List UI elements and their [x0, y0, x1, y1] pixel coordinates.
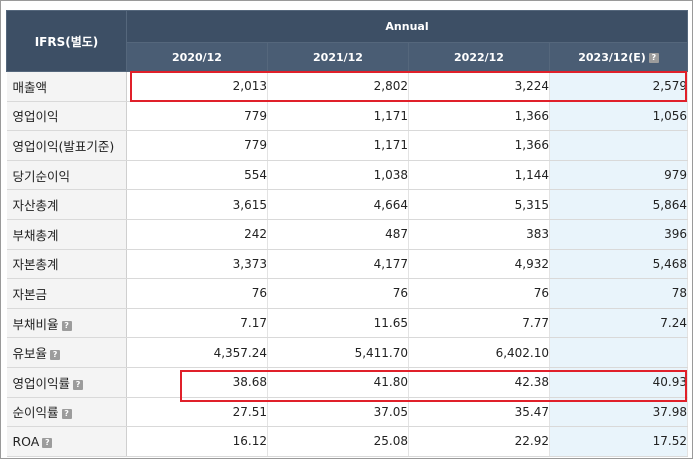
- row-label: 영업이익률: [12, 375, 71, 391]
- table-row: 순이익률? 27.51 37.05 35.47 37.98: [6, 397, 689, 428]
- table-cell: 779: [126, 130, 268, 161]
- table-cell: 35.47: [408, 397, 550, 428]
- table-cell: 4,664: [267, 189, 409, 220]
- table-cell: 1,171: [267, 130, 409, 161]
- row-label-with-help[interactable]: 부채비율?: [6, 308, 127, 339]
- table-cell: 1,366: [408, 130, 550, 161]
- table-cell: 3,615: [126, 189, 268, 220]
- table-cell: 5,411.70: [267, 337, 409, 368]
- table-cell: 3,224: [408, 71, 550, 102]
- table-cell: 2,013: [126, 71, 268, 102]
- table-cell: 2,802: [267, 71, 409, 102]
- table-row: 영업이익률? 38.68 41.80 42.38 40.93: [6, 367, 689, 398]
- table-row: 부채비율? 7.17 11.65 7.77 7.24: [6, 308, 689, 339]
- table-cell: 1,038: [267, 160, 409, 191]
- table-cell-estimate: 396: [549, 219, 689, 250]
- table-cell: 242: [126, 219, 268, 250]
- row-label: 부채비율: [12, 316, 59, 332]
- column-header: 2021/12: [267, 42, 409, 72]
- table-cell: 22.92: [408, 426, 550, 457]
- table-cell: 554: [126, 160, 268, 191]
- table-cell: 4,932: [408, 249, 550, 280]
- table-cell: 7.77: [408, 308, 550, 339]
- table-cell: 11.65: [267, 308, 409, 339]
- row-label: 유보율: [12, 346, 48, 362]
- table-cell: 37.05: [267, 397, 409, 428]
- row-label[interactable]: 매출액: [6, 71, 127, 102]
- help-icon[interactable]: ?: [61, 409, 72, 420]
- table-cell: 41.80: [267, 367, 409, 398]
- table-cell: 3,373: [126, 249, 268, 280]
- table-cell-estimate: 1,056: [549, 101, 689, 132]
- table-cell-estimate: 37.98: [549, 397, 689, 428]
- table-cell: 1,366: [408, 101, 550, 132]
- table-cell: 487: [267, 219, 409, 250]
- table-cell: 4,177: [267, 249, 409, 280]
- table-cell: 25.08: [267, 426, 409, 457]
- table-cell: 76: [267, 278, 409, 309]
- table-cell-estimate: [549, 130, 689, 161]
- row-label[interactable]: 영업이익(발표기준): [6, 130, 127, 161]
- table-cell: 4,357.24: [126, 337, 268, 368]
- row-label: ROA: [12, 433, 40, 449]
- table-cell: 76: [126, 278, 268, 309]
- table-row: 당기순이익 554 1,038 1,144 979: [6, 160, 689, 191]
- row-label[interactable]: 자본총계: [6, 249, 127, 280]
- table-cell-estimate: [549, 337, 689, 368]
- financial-table-frame: IFRS(별도) Annual 2020/12 2021/12 2022/12 …: [0, 0, 693, 459]
- annual-group-header: Annual: [125, 10, 689, 43]
- help-icon[interactable]: ?: [50, 350, 61, 361]
- table-row: 자본총계 3,373 4,177 4,932 5,468: [6, 249, 689, 280]
- column-header: 2020/12: [126, 42, 268, 72]
- table-cell: 16.12: [126, 426, 268, 457]
- table-cell: 27.51: [126, 397, 268, 428]
- table-row: ROA? 16.12 25.08 22.92 17.52: [6, 426, 689, 457]
- row-label[interactable]: 자산총계: [6, 189, 127, 220]
- row-label: 순이익률: [12, 405, 59, 421]
- financial-summary-table: IFRS(별도) Annual 2020/12 2021/12 2022/12 …: [6, 10, 689, 457]
- table-corner-header: IFRS(별도): [6, 10, 127, 72]
- table-cell: 1,144: [408, 160, 550, 191]
- column-header-label: 2023/12(E): [578, 50, 646, 64]
- row-label-with-help[interactable]: 유보율?: [6, 337, 127, 368]
- table-cell: 6,402.10: [408, 337, 550, 368]
- table-row: 영업이익 779 1,171 1,366 1,056: [6, 101, 689, 132]
- table-cell: 1,171: [267, 101, 409, 132]
- table-cell: 779: [126, 101, 268, 132]
- table-cell: 7.17: [126, 308, 268, 339]
- table-cell-estimate: 5,468: [549, 249, 689, 280]
- row-label[interactable]: 자본금: [6, 278, 127, 309]
- help-icon[interactable]: ?: [73, 379, 84, 390]
- table-row: 자본금 76 76 76 78: [6, 278, 689, 309]
- table-cell-estimate: 17.52: [549, 426, 689, 457]
- table-row: 유보율? 4,357.24 5,411.70 6,402.10: [6, 337, 689, 368]
- row-label-with-help[interactable]: 순이익률?: [6, 397, 127, 428]
- row-label[interactable]: 당기순이익: [6, 160, 127, 191]
- table-cell: 76: [408, 278, 550, 309]
- table-row: 부채총계 242 487 383 396: [6, 219, 689, 250]
- table-cell-estimate: 5,864: [549, 189, 689, 220]
- table-cell-estimate: 2,579: [549, 71, 689, 102]
- table-cell: 383: [408, 219, 550, 250]
- table-cell-estimate: 78: [549, 278, 689, 309]
- column-header: 2022/12: [408, 42, 550, 72]
- row-label-with-help[interactable]: 영업이익률?: [6, 367, 127, 398]
- table-cell-estimate: 40.93: [549, 367, 689, 398]
- table-row: 영업이익(발표기준) 779 1,171 1,366: [6, 130, 689, 161]
- table-cell: 42.38: [408, 367, 550, 398]
- row-label[interactable]: 부채총계: [6, 219, 127, 250]
- help-icon[interactable]: ?: [42, 437, 53, 448]
- help-icon[interactable]: ?: [61, 320, 72, 331]
- table-cell-estimate: 979: [549, 160, 689, 191]
- column-header-estimate: 2023/12(E)?: [548, 42, 689, 72]
- table-row: 매출액 2,013 2,802 3,224 2,579: [6, 71, 689, 102]
- table-cell-estimate: 7.24: [549, 308, 689, 339]
- table-cell: 5,315: [408, 189, 550, 220]
- row-label[interactable]: 영업이익: [6, 101, 127, 132]
- row-label-with-help[interactable]: ROA?: [6, 426, 127, 457]
- table-cell: 38.68: [126, 367, 268, 398]
- table-row: 자산총계 3,615 4,664 5,315 5,864: [6, 189, 689, 220]
- help-icon[interactable]: ?: [648, 52, 659, 63]
